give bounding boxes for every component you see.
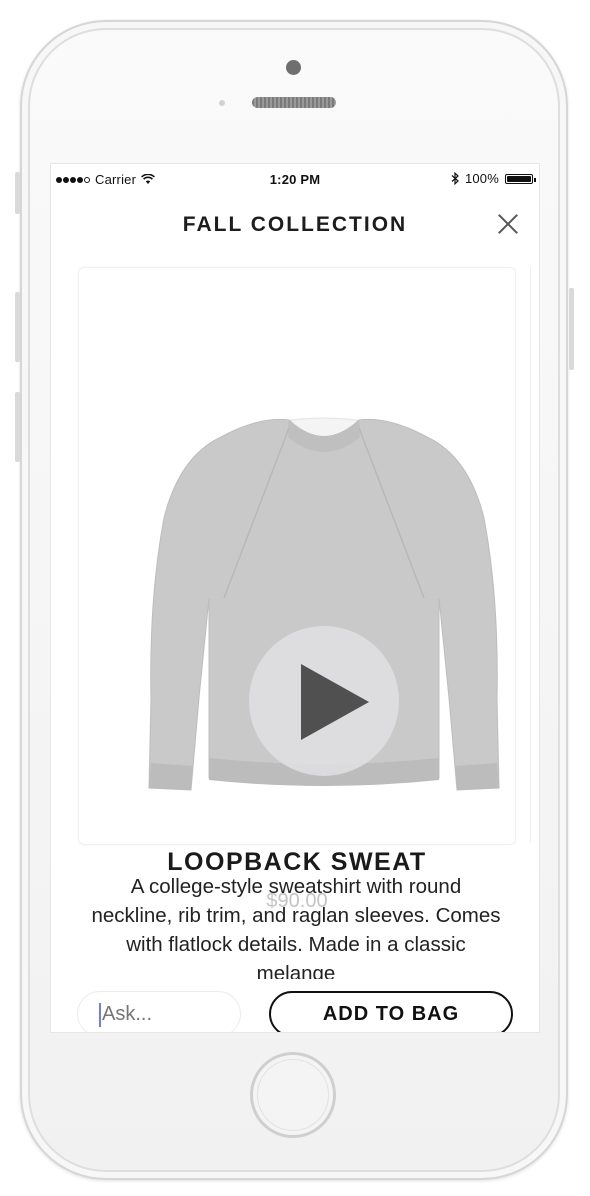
- product-card[interactable]: LOOPBACK SWEAT $90.00: [78, 267, 516, 912]
- ask-input[interactable]: [77, 991, 241, 1032]
- home-button[interactable]: [250, 1052, 336, 1138]
- mute-switch: [15, 172, 20, 214]
- front-camera: [286, 60, 301, 75]
- battery-icon: [505, 173, 536, 184]
- product-description: A college-style sweatshirt with round ne…: [91, 875, 501, 985]
- status-right: 100%: [451, 171, 536, 186]
- footer-bar: ADD TO BAG: [51, 979, 539, 1032]
- play-icon: [301, 664, 369, 740]
- bluetooth-icon: [451, 172, 459, 185]
- volume-up-button: [15, 292, 20, 362]
- power-button: [569, 288, 574, 370]
- next-card-peek[interactable]: [530, 267, 539, 843]
- earpiece-speaker: [252, 97, 336, 108]
- text-caret: [99, 1003, 101, 1027]
- close-icon[interactable]: [495, 211, 521, 237]
- page-title: FALL COLLECTION: [182, 213, 408, 236]
- proximity-sensor: [219, 100, 225, 106]
- add-to-bag-button[interactable]: ADD TO BAG: [269, 991, 513, 1032]
- app-screen: Carrier 1:20 PM 100% FALL COLLECTION LOO…: [50, 163, 540, 1033]
- status-bar: Carrier 1:20 PM 100%: [51, 164, 539, 194]
- battery-percent: 100%: [464, 171, 499, 186]
- play-button[interactable]: [249, 626, 399, 776]
- volume-down-button: [15, 392, 20, 462]
- nav-bar: FALL COLLECTION: [51, 199, 539, 249]
